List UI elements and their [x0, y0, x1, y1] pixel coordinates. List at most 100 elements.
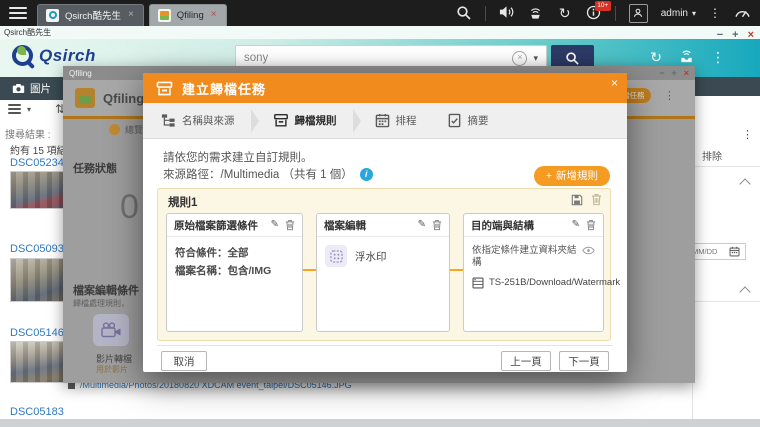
- taskbar-tab-label: Qfiling: [177, 10, 204, 21]
- taskbar: Qsirch酷先生 × Qfiling × ↻ 10+: [0, 0, 760, 26]
- search-options-chevron-icon[interactable]: ▾: [527, 53, 546, 64]
- result-link[interactable]: DSC05146: [10, 327, 64, 339]
- destination-path: TS-251B/Download/Watermark: [489, 277, 620, 288]
- minimize-icon[interactable]: −: [659, 69, 664, 78]
- step-archive-rules[interactable]: 歸檔規則: [273, 113, 337, 128]
- taskbar-tab-qfiling[interactable]: Qfiling ×: [149, 4, 227, 26]
- date-filter-field: [688, 243, 746, 260]
- rule-flow-connector: [450, 269, 463, 271]
- save-rule-icon[interactable]: [571, 194, 583, 206]
- overview-tab-icon: [109, 124, 120, 135]
- volume-icon[interactable]: [499, 5, 515, 21]
- user-menu[interactable]: admin ▾: [661, 8, 696, 19]
- clear-search-icon[interactable]: ×: [512, 51, 527, 66]
- filter-options-icon[interactable]: ⋮: [742, 128, 753, 141]
- qsirch-window-title: Qsirch酷先生: [4, 28, 51, 37]
- user-icon[interactable]: [629, 4, 648, 23]
- qsirch-window-controls: − + ×: [717, 30, 754, 41]
- category-tab-images[interactable]: 圖片: [0, 77, 63, 100]
- taskbar-right-icons: ↻ 10+ admin ▾ ⋮: [456, 4, 760, 23]
- divider: [615, 6, 616, 21]
- file-edit-section-subtext: 歸檔處理規則，: [73, 298, 143, 309]
- notification-badge: 10+: [595, 1, 611, 11]
- trash-icon[interactable]: [285, 219, 295, 231]
- qsirch-logo: Qsirch: [12, 45, 96, 66]
- rule-container: 規則1 原始檔案篩選條件 ✎ 符合條件：全: [157, 188, 611, 341]
- minimize-icon[interactable]: −: [717, 30, 723, 41]
- search-input[interactable]: [236, 52, 512, 64]
- previous-button[interactable]: 上一頁: [501, 351, 551, 371]
- search-icon[interactable]: [456, 5, 472, 21]
- add-rule-button[interactable]: + 新增規則: [534, 166, 610, 186]
- chevron-down-icon[interactable]: ▾: [27, 105, 31, 114]
- video-transcode-sublabel: 用於影片: [96, 364, 128, 375]
- close-icon[interactable]: ×: [684, 69, 689, 78]
- panel-title: 目的端與結構: [471, 218, 566, 233]
- info-icon[interactable]: i: [360, 168, 373, 181]
- maximize-icon[interactable]: +: [671, 69, 676, 78]
- archive-box-icon: [156, 81, 173, 96]
- calendar-icon[interactable]: [729, 246, 740, 257]
- more-options-icon[interactable]: ⋮: [711, 50, 725, 64]
- date-input[interactable]: [689, 247, 729, 256]
- taskbar-tab-qsirch[interactable]: Qsirch酷先生 ×: [37, 4, 144, 26]
- task-status-heading: 任務狀態: [73, 160, 117, 176]
- panel-title: 檔案編輯: [324, 218, 412, 233]
- sync-icon[interactable]: ↻: [557, 5, 573, 21]
- destination-panel: 目的端與結構 ✎ 依指定條件建立資料夾結構: [463, 213, 604, 332]
- edit-icon[interactable]: ✎: [572, 220, 580, 230]
- result-link[interactable]: DSC05183: [10, 406, 64, 418]
- exclude-filter-label[interactable]: 排除: [702, 148, 722, 163]
- filter-conditions-panel: 原始檔案篩選條件 ✎ 符合條件：全部 檔案名稱：包含/IMG: [166, 213, 303, 332]
- result-link[interactable]: DSC05093: [10, 243, 64, 255]
- qfiling-nav-tab: 總覽: [109, 123, 143, 136]
- index-status-icon[interactable]: [679, 49, 694, 64]
- folder-structure-mode: 依指定條件建立資料夾結構: [472, 245, 578, 270]
- qsirch-magnifier-icon: [12, 45, 33, 66]
- trash-icon[interactable]: [432, 219, 442, 231]
- trash-icon[interactable]: [586, 219, 596, 231]
- qsirch-filter-panel: ⋮ 排除: [692, 96, 760, 419]
- refresh-icon[interactable]: ↻: [650, 50, 662, 64]
- qsirch-window-titlebar[interactable]: Qsirch酷先生: [0, 26, 760, 39]
- resource-monitor-icon[interactable]: [734, 5, 750, 21]
- step-summary[interactable]: 摘要: [447, 113, 489, 128]
- watermark-icon: [325, 245, 347, 267]
- create-archive-task-dialog: 建立歸檔任務 × 名稱與來源 歸檔規則 排程 摘要 請依您的需求建立自: [143, 73, 627, 372]
- close-tab-icon[interactable]: ×: [210, 10, 218, 20]
- preview-eye-icon[interactable]: [582, 246, 595, 255]
- step-label: 名稱與來源: [182, 113, 235, 128]
- next-button[interactable]: 下一頁: [559, 351, 609, 371]
- main-menu-icon[interactable]: [9, 7, 27, 19]
- divider: [157, 345, 613, 346]
- panel-header: 目的端與結構 ✎: [464, 214, 603, 237]
- edit-icon[interactable]: ✎: [418, 220, 426, 230]
- step-label: 摘要: [468, 113, 489, 128]
- category-tab-label: 圖片: [30, 81, 51, 96]
- watermark-label: 浮水印: [355, 249, 387, 264]
- divider: [693, 166, 760, 167]
- result-link[interactable]: DSC05234: [10, 157, 64, 169]
- filter-filename-condition: 檔案名稱：包含/IMG: [175, 263, 294, 281]
- add-rule-label: 新增規則: [556, 166, 598, 186]
- taskbar-tab-label: Qsirch酷先生: [65, 8, 121, 22]
- source-path-line: 來源路徑：/Multimedia （共有 1 個） i: [163, 166, 373, 182]
- close-icon[interactable]: ×: [748, 30, 754, 41]
- collapse-section-icon[interactable]: [739, 178, 750, 189]
- window-bottom-edge: [0, 419, 760, 427]
- view-mode-icon[interactable]: [8, 104, 21, 114]
- close-tab-icon[interactable]: ×: [127, 10, 135, 20]
- cancel-button[interactable]: 取消: [161, 351, 207, 371]
- close-dialog-icon[interactable]: ×: [611, 77, 618, 89]
- maximize-icon[interactable]: +: [732, 30, 738, 41]
- edit-icon[interactable]: ✎: [271, 220, 279, 230]
- notifications-icon[interactable]: 10+: [586, 5, 602, 21]
- collapse-section-icon[interactable]: [739, 286, 750, 297]
- more-options-icon[interactable]: ⋮: [709, 7, 721, 19]
- plus-icon: +: [546, 166, 552, 186]
- step-name-source[interactable]: 名稱與來源: [161, 113, 235, 128]
- backup-station-icon[interactable]: [528, 5, 544, 21]
- rule-flow-connector: [303, 269, 316, 271]
- step-schedule[interactable]: 排程: [375, 113, 417, 128]
- delete-rule-icon[interactable]: [591, 193, 602, 206]
